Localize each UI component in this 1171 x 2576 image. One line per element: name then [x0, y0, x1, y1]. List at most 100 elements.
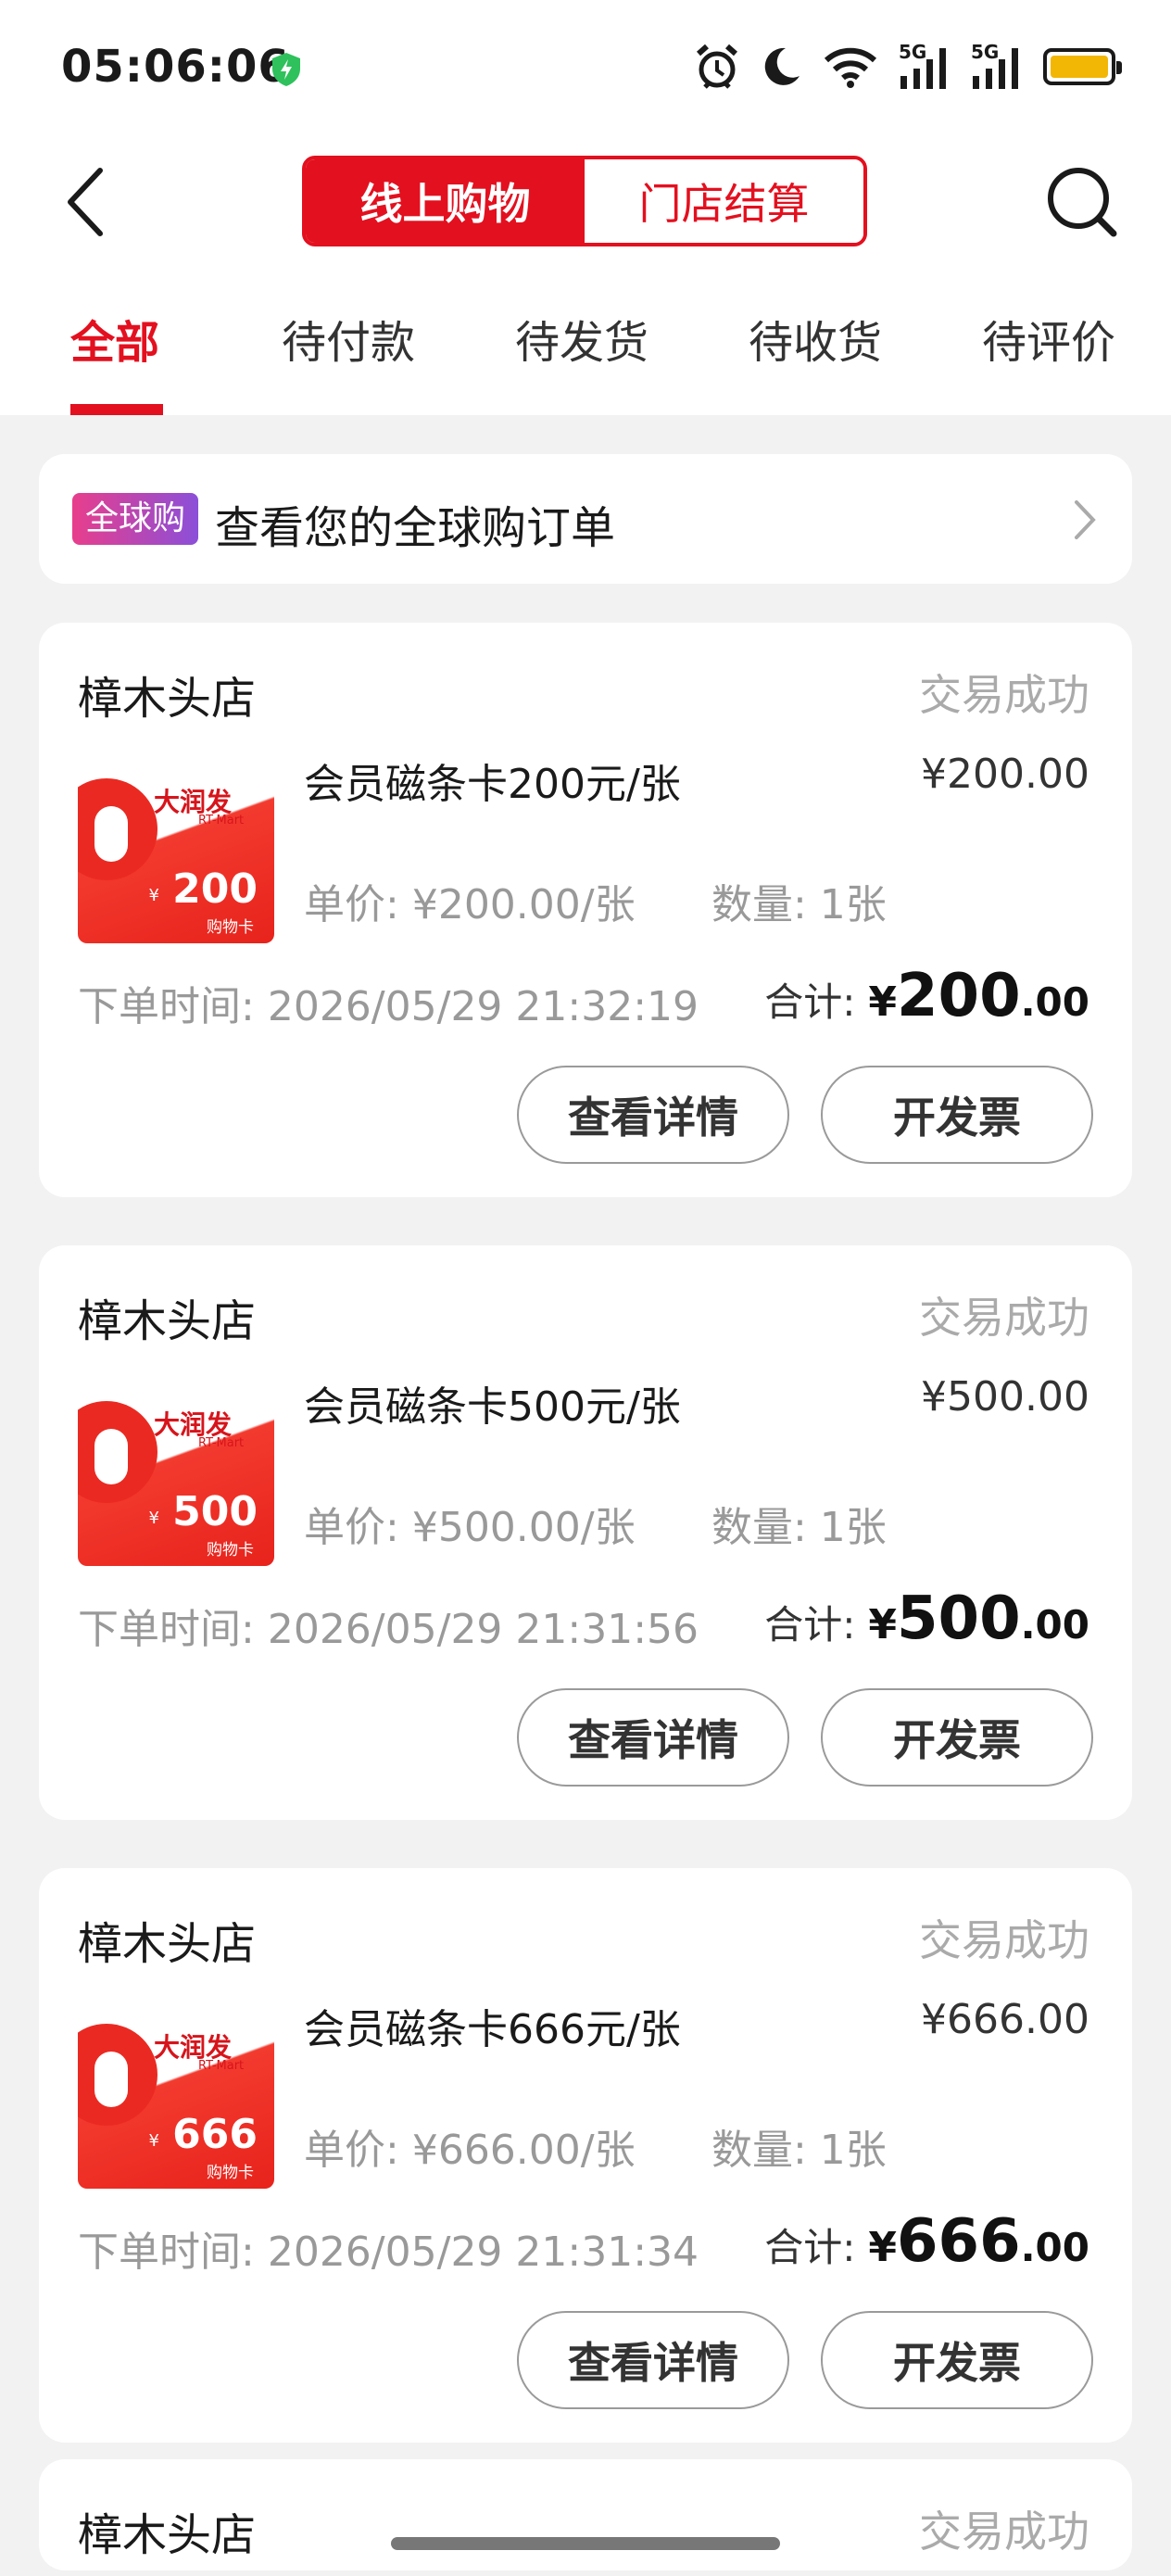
- quantity: 数量: 1张: [711, 881, 887, 928]
- tab-pending-review[interactable]: 待评价: [982, 306, 1115, 371]
- status-time: 05:06:06: [61, 41, 290, 93]
- mascot-shape: [94, 806, 128, 862]
- wifi-icon: [824, 47, 877, 88]
- store-name: 樟木头店: [78, 1918, 257, 1970]
- total-label: 合计:: [764, 979, 856, 1025]
- order-card[interactable]: 樟木头店 交易成功: [39, 2459, 1132, 2570]
- unit-price-value: ¥666.00/张: [411, 2127, 636, 2174]
- order-tabs: 全部 待付款 待发货 待收货 待评价: [0, 306, 1171, 415]
- top-area: 05:06:06 5G 5G 线上购物 门店结算 全部 待付款 待发货 待收货 …: [0, 0, 1171, 415]
- card-value: 500: [172, 1488, 258, 1535]
- unit-price: 单价: ¥200.00/张: [304, 871, 636, 930]
- chevron-right-icon: [1075, 500, 1096, 539]
- order-time: 下单时间: 2026/05/29 21:31:34: [78, 2218, 699, 2278]
- order-total: 合计: ¥ 500 .00: [764, 1585, 1089, 1653]
- product-thumbnail[interactable]: 大润发 RT-Mart ¥ 500 购物卡: [78, 1392, 274, 1566]
- product-name[interactable]: 会员磁条卡500元/张: [304, 1373, 681, 1433]
- store-name: 樟木头店: [78, 1295, 257, 1347]
- alarm-icon: [697, 44, 737, 89]
- back-button[interactable]: [59, 165, 111, 239]
- card-subtitle: 购物卡: [207, 2164, 254, 2182]
- global-banner-text: 查看您的全球购订单: [215, 502, 616, 554]
- mascot-shape: [94, 1429, 128, 1484]
- unit-price-value: ¥200.00/张: [411, 881, 636, 928]
- order-time-value: 2026/05/29 21:31:56: [267, 1606, 699, 1653]
- store-name: 樟木头店: [78, 673, 257, 725]
- total-currency: ¥: [868, 979, 897, 1026]
- total-label: 合计:: [764, 2225, 856, 2270]
- order-card[interactable]: 樟木头店 交易成功 大润发 RT-Mart ¥ 200 购物卡 会员磁条卡200…: [39, 623, 1132, 1197]
- total-integer: 666: [897, 2207, 1021, 2276]
- tab-all[interactable]: 全部: [70, 306, 159, 371]
- order-time-value: 2026/05/29 21:31:34: [267, 2229, 699, 2276]
- product-name[interactable]: 会员磁条卡666元/张: [304, 1996, 681, 2055]
- order-card[interactable]: 樟木头店 交易成功 大润发 RT-Mart ¥ 500 购物卡 会员磁条卡500…: [39, 1245, 1132, 1820]
- quantity: 数量: 1张: [711, 1504, 887, 1551]
- product-name[interactable]: 会员磁条卡200元/张: [304, 751, 681, 810]
- card-subtitle: 购物卡: [207, 918, 254, 937]
- order-status: 交易成功: [919, 2507, 1089, 2557]
- product-price: ¥666.00: [921, 1996, 1089, 2043]
- search-icon[interactable]: [1043, 163, 1121, 241]
- card-value: 666: [172, 2111, 258, 2158]
- shopping-mode-switch: 线上购物 门店结算: [302, 156, 867, 246]
- quantity: 数量: 1张: [711, 2127, 887, 2174]
- total-currency: ¥: [868, 1601, 897, 1648]
- shield-charge-icon: [272, 53, 300, 86]
- unit-price-label: 单价:: [304, 881, 399, 928]
- total-decimal: .00: [1020, 979, 1089, 1025]
- brand-logo-sub: RT-Mart: [198, 1436, 245, 1450]
- moon-icon: [764, 47, 800, 85]
- order-status: 交易成功: [919, 1915, 1089, 1965]
- card-currency: ¥: [148, 2131, 159, 2151]
- segment-store-checkout[interactable]: 门店结算: [585, 159, 863, 243]
- card-currency: ¥: [148, 1509, 159, 1528]
- view-details-button[interactable]: 查看详情: [517, 1066, 789, 1164]
- signal-icon: [973, 48, 1018, 89]
- product-thumbnail[interactable]: 大润发 RT-Mart ¥ 200 购物卡: [78, 769, 274, 943]
- mascot-shape: [94, 2052, 128, 2107]
- unit-price: 单价: ¥666.00/张: [304, 2116, 636, 2176]
- order-time: 下单时间: 2026/05/29 21:31:56: [78, 1596, 699, 1655]
- brand-logo-sub: RT-Mart: [198, 2059, 245, 2073]
- total-decimal: .00: [1020, 1602, 1089, 1648]
- total-decimal: .00: [1020, 2225, 1089, 2270]
- tab-pending-shipment[interactable]: 待发货: [515, 306, 648, 371]
- unit-price-value: ¥500.00/张: [411, 1504, 636, 1551]
- order-time-label: 下单时间:: [78, 2229, 255, 2276]
- order-time-label: 下单时间:: [78, 1606, 255, 1653]
- view-details-button[interactable]: 查看详情: [517, 1688, 789, 1787]
- product-thumbnail[interactable]: 大润发 RT-Mart ¥ 666 购物卡: [78, 2014, 274, 2189]
- order-status: 交易成功: [919, 1293, 1089, 1343]
- unit-price-label: 单价:: [304, 2127, 399, 2174]
- brand-logo-sub: RT-Mart: [198, 814, 245, 827]
- total-integer: 200: [897, 962, 1021, 1030]
- card-currency: ¥: [148, 886, 159, 905]
- product-price: ¥200.00: [921, 751, 1089, 798]
- tab-pending-receipt[interactable]: 待收货: [749, 306, 882, 371]
- invoice-button[interactable]: 开发票: [821, 1688, 1093, 1787]
- order-status: 交易成功: [919, 670, 1089, 720]
- order-time-label: 下单时间:: [78, 983, 255, 1030]
- invoice-button[interactable]: 开发票: [821, 1066, 1093, 1164]
- signal-icon: [900, 48, 946, 89]
- invoice-button[interactable]: 开发票: [821, 2311, 1093, 2409]
- signal-1: 5G: [899, 41, 951, 91]
- view-details-button[interactable]: 查看详情: [517, 2311, 789, 2409]
- battery-icon: [1043, 48, 1122, 85]
- order-time-value: 2026/05/29 21:32:19: [267, 983, 699, 1030]
- global-purchase-banner[interactable]: 全球购 查看您的全球购订单: [39, 454, 1132, 584]
- order-card[interactable]: 樟木头店 交易成功 大润发 RT-Mart ¥ 666 购物卡 会员磁条卡666…: [39, 1868, 1132, 2443]
- order-total: 合计: ¥ 666 .00: [764, 2207, 1089, 2276]
- tab-pending-payment[interactable]: 待付款: [282, 306, 415, 371]
- card-subtitle: 购物卡: [207, 1541, 254, 1559]
- segment-online-shopping[interactable]: 线上购物: [306, 159, 585, 243]
- home-indicator[interactable]: [391, 2537, 780, 2550]
- total-currency: ¥: [868, 2224, 897, 2271]
- status-icons: 5G 5G: [695, 41, 1122, 93]
- global-badge: 全球购: [72, 493, 199, 545]
- signal-2: 5G: [971, 41, 1023, 91]
- total-label: 合计:: [764, 1602, 856, 1648]
- card-value: 200: [172, 865, 258, 913]
- unit-price: 单价: ¥500.00/张: [304, 1494, 636, 1553]
